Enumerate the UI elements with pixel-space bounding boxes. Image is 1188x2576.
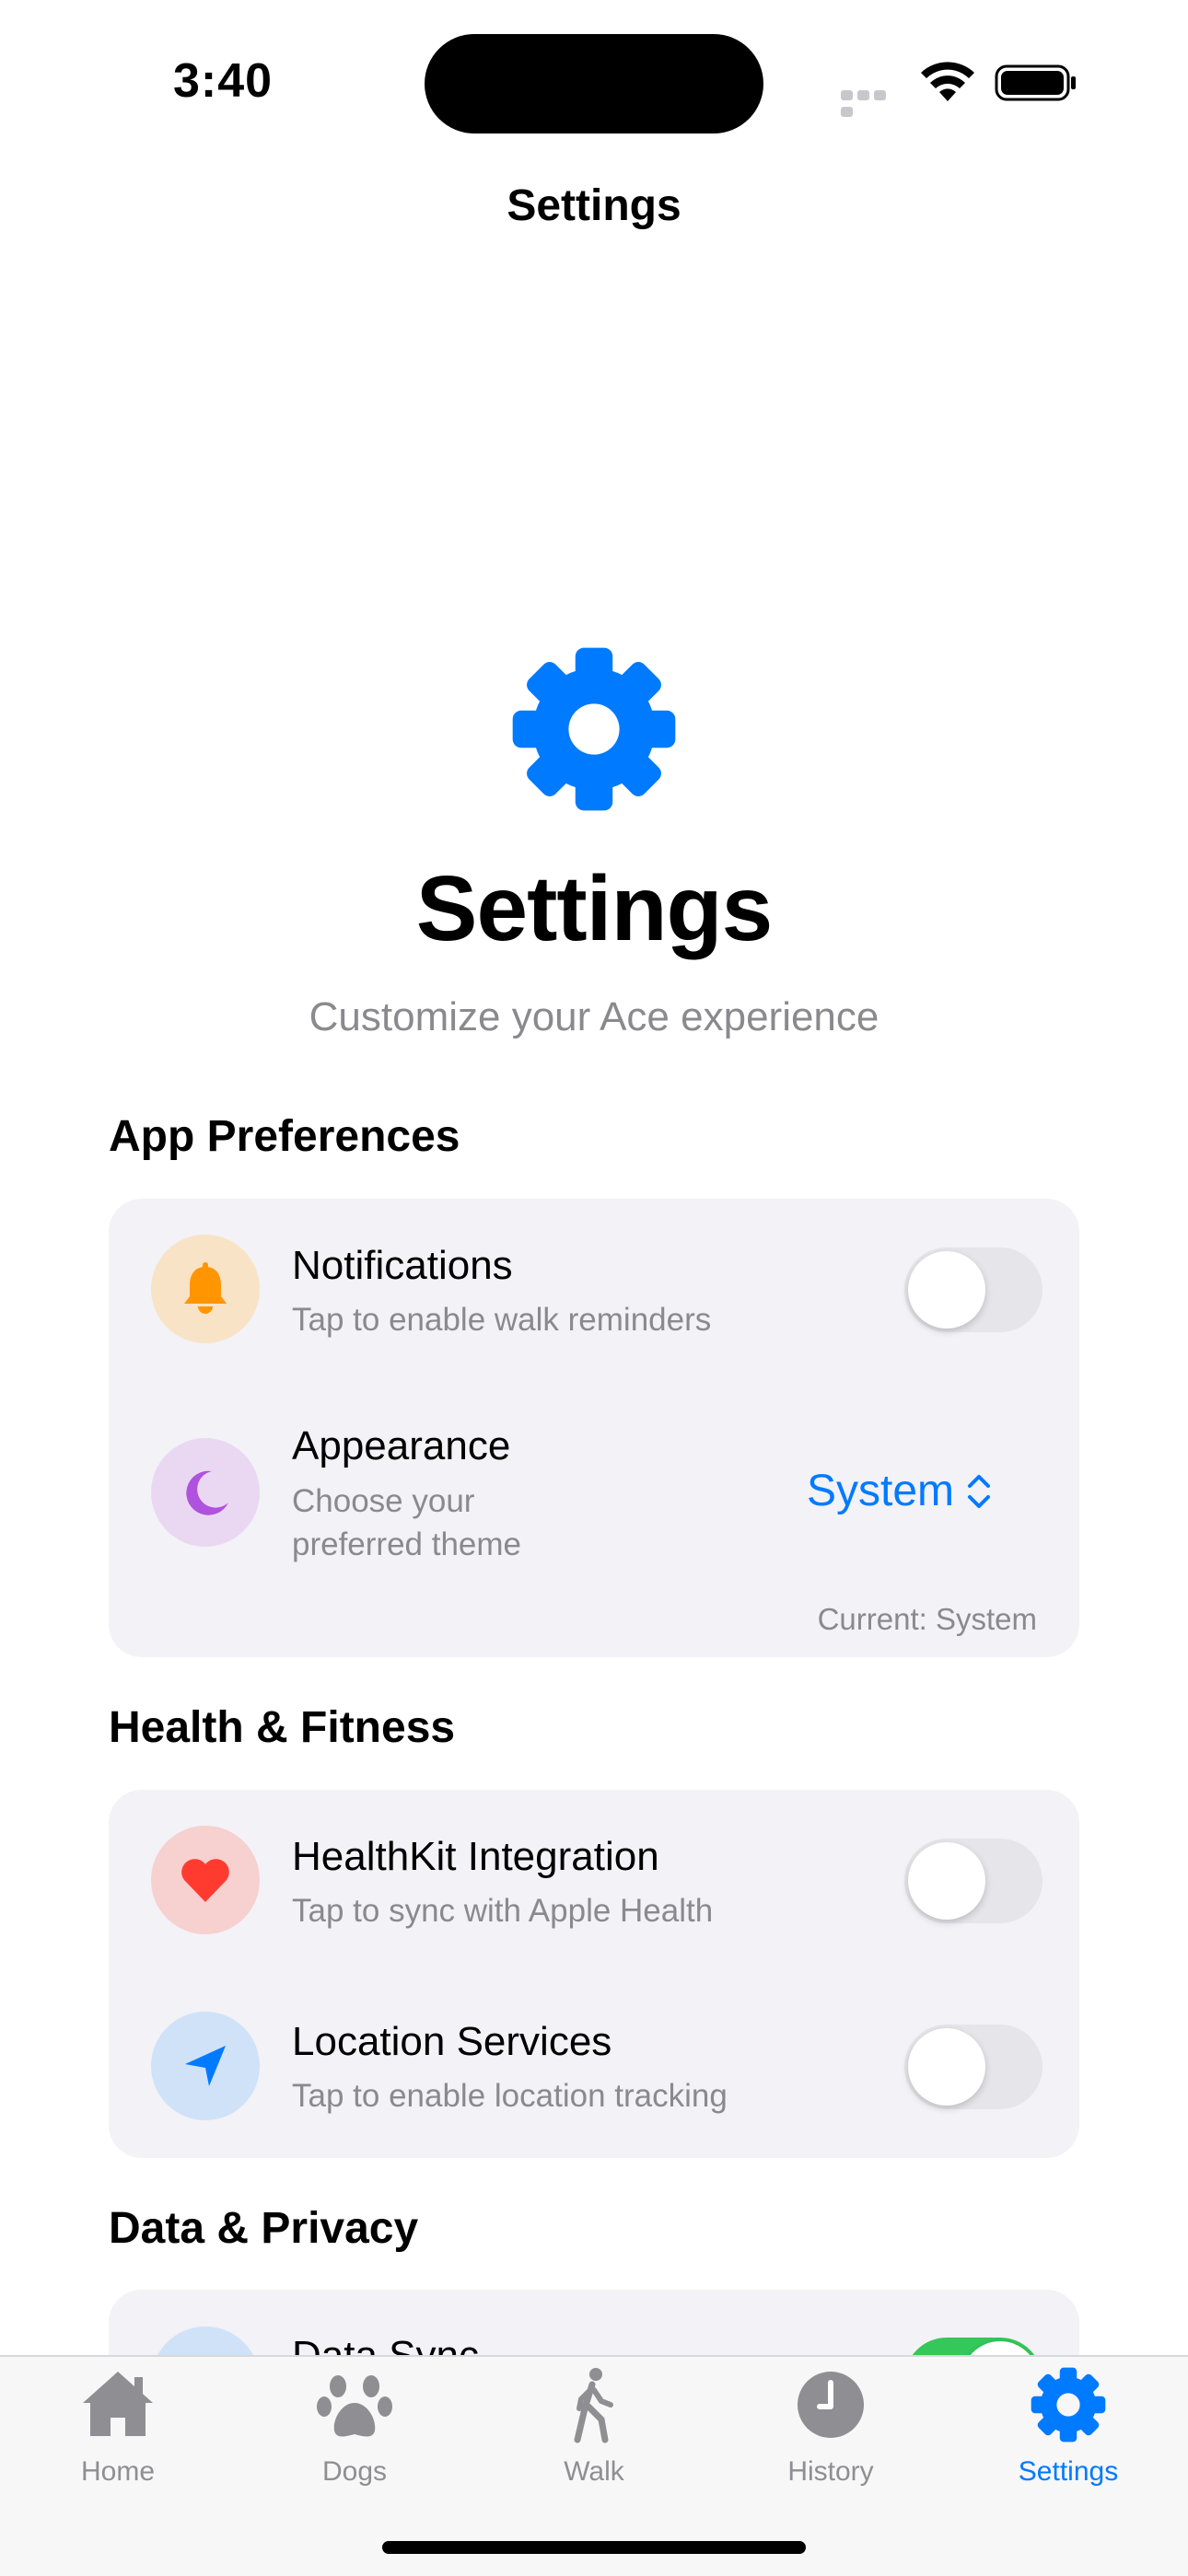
chevron-up-down-icon bbox=[968, 1474, 991, 1508]
tab-settings-label: Settings bbox=[1018, 2456, 1119, 2487]
tab-home[interactable]: Home bbox=[26, 2366, 210, 2488]
status-time: 3:40 bbox=[173, 54, 274, 108]
healthkit-toggle[interactable] bbox=[904, 1839, 1042, 1923]
appearance-current-note: Current: System bbox=[817, 1602, 1037, 1636]
walking-figure-icon bbox=[574, 2368, 613, 2443]
appearance-subtitle-line1: Choose your bbox=[292, 1483, 475, 1519]
page-title: Settings bbox=[415, 857, 773, 960]
appearance-picker[interactable]: System bbox=[807, 1466, 993, 1516]
dynamic-island bbox=[425, 34, 763, 133]
location-arrow-icon bbox=[151, 2012, 260, 2120]
moon-icon bbox=[151, 1438, 260, 1547]
notifications-subtitle: Tap to enable walk reminders bbox=[292, 1302, 712, 1338]
tab-history[interactable]: History bbox=[739, 2366, 923, 2488]
heart-icon bbox=[151, 1826, 260, 1934]
section-header-health-fitness: Health & Fitness bbox=[109, 1703, 456, 1752]
bell-icon bbox=[151, 1235, 260, 1343]
tab-dogs[interactable]: Dogs bbox=[262, 2366, 447, 2488]
gear-icon bbox=[512, 647, 676, 811]
healthkit-subtitle: Tap to sync with Apple Health bbox=[292, 1893, 714, 1929]
location-services-title: Location Services bbox=[292, 2019, 612, 2064]
appearance-subtitle-line2: preferred theme bbox=[292, 1526, 522, 1562]
tab-walk[interactable]: Walk bbox=[502, 2366, 686, 2488]
battery-icon bbox=[995, 64, 1076, 101]
section-header-app-preferences: App Preferences bbox=[109, 1112, 460, 1161]
tab-home-label: Home bbox=[80, 2456, 156, 2487]
navigation-title: Settings bbox=[507, 181, 681, 230]
home-indicator[interactable] bbox=[382, 2541, 806, 2554]
notifications-toggle[interactable] bbox=[904, 1247, 1042, 1332]
page-subtitle: Customize your Ace experience bbox=[309, 994, 879, 1039]
notifications-title: Notifications bbox=[292, 1243, 513, 1288]
wifi-icon bbox=[921, 62, 974, 101]
cellular-signal-icon bbox=[841, 88, 905, 117]
healthkit-title: HealthKit Integration bbox=[292, 1834, 659, 1879]
location-services-toggle[interactable] bbox=[904, 2025, 1042, 2109]
appearance-picker-value: System bbox=[807, 1467, 955, 1515]
location-services-subtitle: Tap to enable location tracking bbox=[292, 2078, 728, 2114]
gear-icon bbox=[1031, 2367, 1106, 2443]
tab-settings[interactable]: Settings bbox=[976, 2366, 1160, 2488]
tab-walk-label: Walk bbox=[564, 2456, 624, 2487]
appearance-title: Appearance bbox=[292, 1423, 511, 1468]
section-header-data-privacy: Data & Privacy bbox=[109, 2204, 419, 2253]
paw-icon bbox=[317, 2375, 392, 2437]
tab-history-label: History bbox=[787, 2456, 874, 2487]
clock-icon bbox=[798, 2372, 864, 2438]
tab-dogs-label: Dogs bbox=[321, 2456, 388, 2487]
house-icon bbox=[83, 2372, 153, 2436]
